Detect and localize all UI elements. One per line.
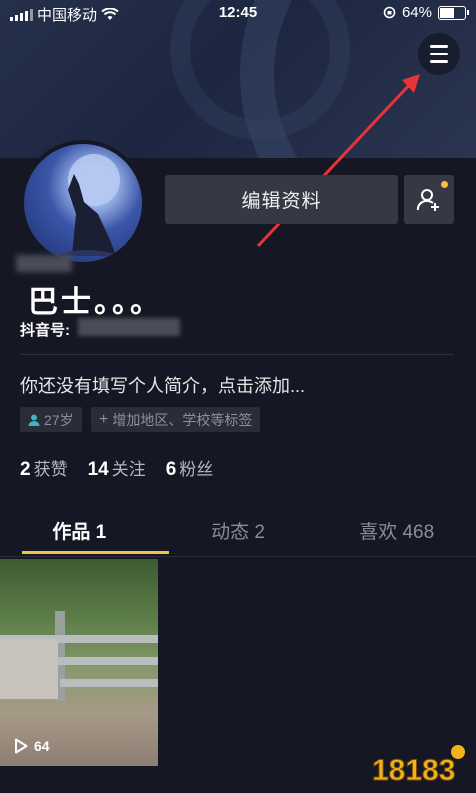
avatar[interactable] <box>20 140 146 266</box>
plus-icon: + <box>99 410 109 428</box>
wall <box>0 639 58 699</box>
tab-likes[interactable]: 喜欢 468 <box>317 516 476 556</box>
divider <box>20 354 454 355</box>
watermark-logo: 18183 <box>372 740 468 788</box>
stats-row: 2 获赞 14 关注 6 粉丝 <box>20 455 213 481</box>
stat-followers[interactable]: 6 粉丝 <box>166 455 214 481</box>
tabs-divider <box>0 556 476 557</box>
add-friend-button[interactable] <box>404 175 454 224</box>
douyin-id-value-blurred <box>78 318 180 336</box>
add-tag-label: 增加地区、学校等标签 <box>112 411 253 428</box>
add-tag-button[interactable]: + 增加地区、学校等标签 <box>91 407 261 432</box>
stat-following[interactable]: 14 关注 <box>88 455 146 481</box>
tab-activity[interactable]: 动态 2 <box>159 516 318 556</box>
person-icon <box>28 414 40 426</box>
tab-works[interactable]: 作品 1 <box>0 516 169 556</box>
play-icon <box>15 738 28 754</box>
stat-likes[interactable]: 2 获赞 <box>20 455 68 481</box>
blurred-region <box>16 255 72 272</box>
edit-profile-button[interactable]: 编辑资料 <box>165 175 398 224</box>
add-user-icon <box>416 188 439 211</box>
wolf-avatar-image <box>54 154 124 256</box>
bio-text[interactable]: 你还没有填写个人简介，点击添加... <box>20 372 305 398</box>
video-thumbnail[interactable] <box>0 559 158 766</box>
username: 巴士。。。 <box>28 286 163 319</box>
content-tabs: 作品 1 动态 2 喜欢 468 <box>0 516 476 556</box>
notification-dot <box>441 181 448 188</box>
age-tag-label: 27岁 <box>44 411 74 428</box>
age-tag[interactable]: 27岁 <box>20 407 82 432</box>
svg-text:18183: 18183 <box>372 754 455 787</box>
douyin-id-label: 抖音号: <box>20 322 70 339</box>
play-count: 64 <box>14 738 50 754</box>
